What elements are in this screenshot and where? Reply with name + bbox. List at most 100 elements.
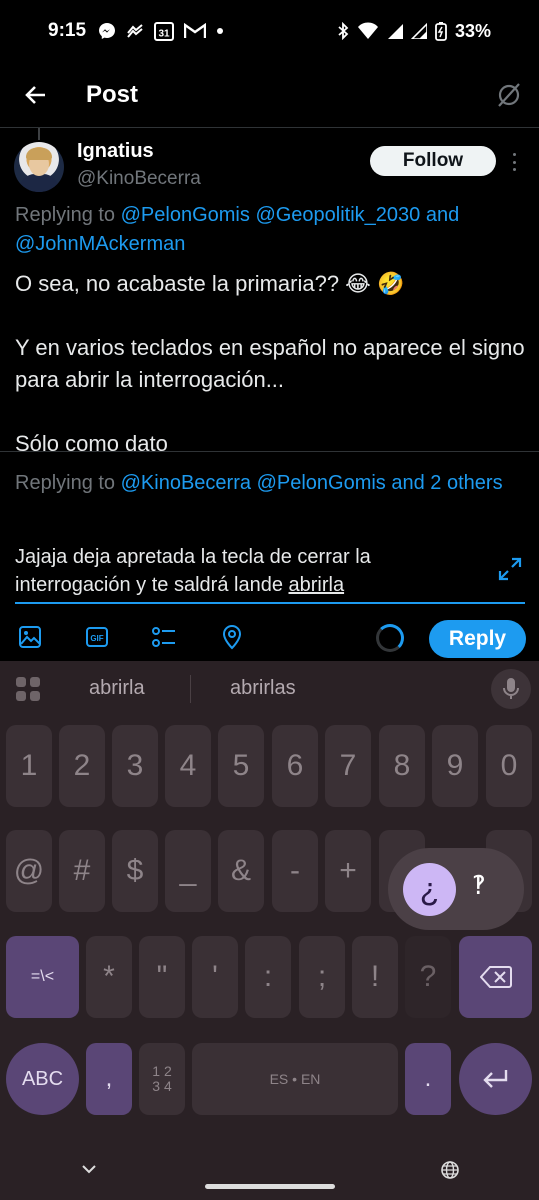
- key-1[interactable]: 1: [6, 725, 52, 807]
- mention-link[interactable]: @PelonGomis: [121, 204, 250, 226]
- home-indicator[interactable]: [205, 1184, 335, 1189]
- key-7[interactable]: 7: [325, 725, 371, 807]
- popup-option[interactable]: ‽: [472, 870, 486, 901]
- key-5[interactable]: 5: [218, 725, 264, 807]
- expand-icon[interactable]: [496, 555, 524, 583]
- thread-line: [38, 128, 40, 140]
- author-name[interactable]: Ignatius: [77, 140, 154, 163]
- suggestion-divider: [190, 675, 191, 703]
- chevron-down-icon[interactable]: [80, 1160, 98, 1178]
- key-semicolon[interactable]: ;: [299, 936, 345, 1018]
- navigation-bar: [0, 1140, 539, 1200]
- key-2[interactable]: 2: [59, 725, 105, 807]
- keyboard: abrirla abrirlas 1 2 3 4 5 6 7 8 9 0 @ #…: [0, 661, 539, 1200]
- key-0[interactable]: 0: [486, 725, 532, 807]
- reply-input[interactable]: Jajaja deja apretada la tecla de cerrar …: [15, 543, 485, 599]
- enter-key[interactable]: [459, 1043, 532, 1115]
- battery-percent: 33%: [454, 20, 491, 41]
- link-icon: [126, 24, 144, 38]
- key-exclamation[interactable]: !: [352, 936, 398, 1018]
- mention-others[interactable]: and 2 others: [391, 472, 502, 494]
- reply-composer: Replying to @KinoBecerra @PelonGomis and…: [0, 451, 539, 661]
- bluetooth-icon: [337, 22, 349, 40]
- mention-link[interactable]: @PelonGomis: [257, 472, 386, 494]
- reply-input-current-word: abrirla: [288, 574, 345, 596]
- mention-link[interactable]: @Geopolitik_2030: [255, 204, 420, 226]
- key-9[interactable]: 9: [432, 725, 478, 807]
- popup-option-selected[interactable]: ¿: [403, 863, 456, 916]
- key-double-quote[interactable]: ": [139, 936, 185, 1018]
- key-question[interactable]: ?: [405, 936, 451, 1018]
- mention-link[interactable]: @KinoBecerra: [121, 472, 251, 494]
- replying-prefix: Replying to: [15, 204, 116, 226]
- key-single-quote[interactable]: ': [192, 936, 238, 1018]
- replying-prefix: Replying to: [15, 472, 116, 494]
- key-3[interactable]: 3: [112, 725, 158, 807]
- key-dollar[interactable]: $: [112, 830, 158, 912]
- abc-key[interactable]: ABC: [6, 1043, 79, 1115]
- poll-icon[interactable]: [149, 622, 179, 652]
- signal-icon: [387, 23, 403, 39]
- character-count-ring: [376, 624, 404, 652]
- app-header: Post: [0, 62, 539, 128]
- location-icon[interactable]: [217, 622, 247, 652]
- apps-grid-icon[interactable]: [16, 677, 40, 701]
- numpad-key-top: 1 2: [152, 1063, 172, 1079]
- suggestion-item[interactable]: abrirlas: [230, 677, 296, 700]
- follow-button[interactable]: Follow: [370, 146, 496, 176]
- slashed-circle-icon: [498, 82, 520, 107]
- gif-icon[interactable]: GIF: [82, 622, 112, 652]
- mention-conjunction: and: [425, 204, 460, 226]
- key-4[interactable]: 4: [165, 725, 211, 807]
- suggestion-item[interactable]: abrirla: [89, 677, 145, 700]
- key-asterisk[interactable]: *: [86, 936, 132, 1018]
- signal-icon: [410, 23, 427, 39]
- avatar[interactable]: [14, 142, 64, 192]
- key-plus[interactable]: +: [325, 830, 371, 912]
- post-text: O sea, no acabaste la primaria?? 😂 🤣 Y e…: [15, 271, 525, 451]
- space-bar[interactable]: ES • EN: [192, 1043, 398, 1115]
- wifi-icon: [357, 22, 379, 40]
- calendar-icon: 31: [154, 21, 175, 41]
- image-icon[interactable]: [15, 622, 45, 652]
- messenger-icon: [98, 22, 116, 40]
- key-hash[interactable]: #: [59, 830, 105, 912]
- reply-button[interactable]: Reply: [429, 620, 526, 658]
- mention-link[interactable]: @JohnMAckerman: [15, 233, 185, 255]
- key-underscore[interactable]: _: [165, 830, 211, 912]
- dot-icon: [216, 27, 224, 35]
- status-time: 9:15: [48, 20, 87, 41]
- key-8[interactable]: 8: [379, 725, 425, 807]
- no-translate-button[interactable]: [493, 79, 525, 111]
- key-colon[interactable]: :: [245, 936, 291, 1018]
- numpad-key[interactable]: 1 2 3 4: [139, 1043, 185, 1115]
- svg-text:GIF: GIF: [90, 634, 103, 643]
- gmail-icon: [184, 23, 207, 39]
- input-underline: [15, 602, 525, 604]
- arrow-left-icon: [25, 85, 45, 104]
- key-period[interactable]: .: [405, 1043, 451, 1115]
- backspace-icon: [479, 966, 512, 988]
- key-at[interactable]: @: [6, 830, 52, 912]
- key-minus[interactable]: -: [272, 830, 318, 912]
- replying-to: Replying to @PelonGomis @Geopolitik_2030…: [15, 201, 525, 259]
- back-button[interactable]: [16, 75, 56, 115]
- more-symbols-key[interactable]: =\<: [6, 936, 79, 1018]
- status-bar: 9:15 31 33%: [0, 0, 539, 62]
- more-options-icon[interactable]: [506, 150, 522, 174]
- microphone-icon[interactable]: [491, 669, 531, 709]
- author-handle[interactable]: @KinoBecerra: [77, 168, 201, 190]
- key-comma[interactable]: ,: [86, 1043, 132, 1115]
- original-post: Ignatius @KinoBecerra Follow Replying to…: [0, 128, 539, 451]
- suggestion-bar: abrirla abrirlas: [0, 661, 539, 717]
- return-arrow-icon: [482, 1070, 507, 1088]
- status-right: 33%: [337, 21, 491, 42]
- key-6[interactable]: 6: [272, 725, 318, 807]
- key-ampersand[interactable]: &: [218, 830, 264, 912]
- battery-icon: [435, 21, 447, 41]
- page-title: Post: [86, 80, 139, 108]
- numpad-key-bottom: 3 4: [152, 1078, 172, 1094]
- globe-icon[interactable]: [440, 1160, 460, 1180]
- backspace-key[interactable]: [459, 936, 532, 1018]
- compose-replying-to[interactable]: Replying to @KinoBecerra @PelonGomis and…: [15, 469, 515, 498]
